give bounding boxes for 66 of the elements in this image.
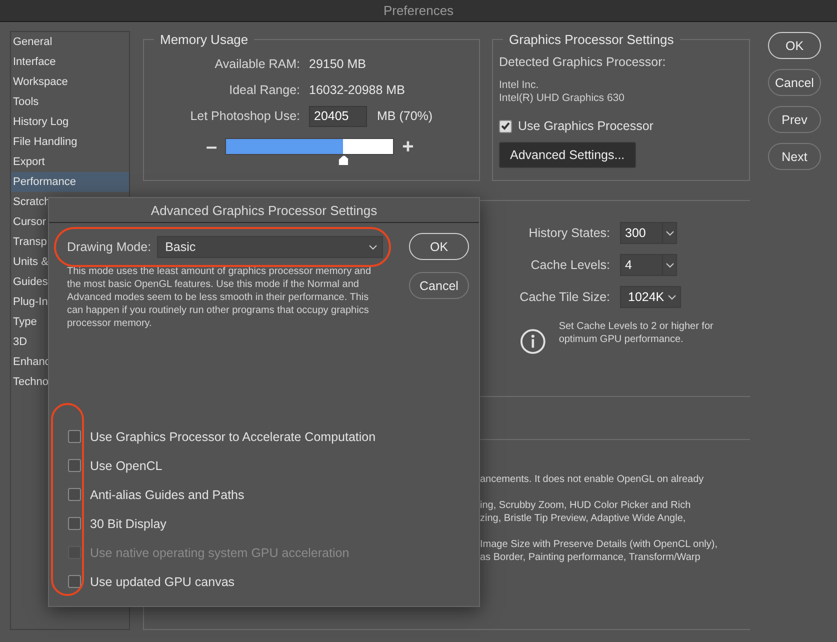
description-text: Image Size with Preserve Details (with OpenCL only), — [480, 538, 718, 551]
detected-label: Detected Graphics Processor: — [499, 55, 667, 69]
dialog-button[interactable]: OK — [768, 32, 821, 59]
checkbox[interactable] — [68, 430, 81, 443]
dialog-button[interactable]: Cancel — [768, 69, 821, 96]
dialog-button[interactable]: OK — [409, 233, 469, 260]
chevron-icon — [668, 294, 676, 300]
sidebar-item[interactable]: Workspace — [11, 72, 129, 92]
field-value: 16032-20988 MB — [309, 83, 405, 97]
chevron-icon — [666, 262, 674, 268]
sidebar-item[interactable]: Export — [11, 152, 129, 172]
unit-label: MB (70%) — [377, 109, 433, 123]
increase-button[interactable]: + — [402, 137, 414, 157]
memory-input[interactable]: 20405 — [309, 106, 367, 126]
field-label: History States: — [528, 226, 610, 240]
field-label: Drawing Mode: — [67, 240, 152, 254]
checkbox[interactable] — [499, 120, 512, 132]
combo-field[interactable]: 300 — [620, 222, 677, 244]
field-label: Cache Tile Size: — [518, 290, 610, 304]
sidebar-item[interactable]: Interface — [11, 52, 129, 72]
description-text: as Border, Painting performance, Transform/Warp — [480, 551, 702, 564]
drawing-mode-dropdown[interactable]: Basic — [157, 236, 383, 258]
mode-description: This mode uses the least amount of graphics processor memory and the most basic OpenGL features. Use this mode if the Normal and Advanced modes seem to be less smooth in their performance. This can happen if you routinely run other programs that occupy graphics processor memory. — [67, 265, 372, 330]
dropdown[interactable]: 1024K — [620, 286, 682, 308]
dialog-title: Advanced Graphics Processor Settings — [150, 202, 378, 218]
dialog-button[interactable]: Cancel — [409, 272, 469, 299]
gpu-vendor: Intel Inc. — [499, 79, 540, 92]
window-title: Preferences — [383, 3, 454, 18]
checkbox[interactable] — [68, 517, 81, 530]
checkbox-label: Use native operating system GPU acceleration — [90, 546, 350, 560]
dialog-button[interactable]: Next — [768, 143, 821, 170]
field-label: Cache Levels: — [530, 258, 610, 272]
checkbox-label: Use Graphics Processor to Accelerate Computation — [90, 430, 376, 444]
description-text: zing, Bristle Tip Preview, Adaptive Wide Angle, — [480, 512, 687, 526]
checkbox-label: 30 Bit Display — [90, 516, 166, 530]
sidebar-item[interactable]: File Handling — [11, 132, 129, 152]
checkbox-label: Use updated GPU canvas — [90, 574, 235, 588]
memory-slider[interactable] — [225, 138, 394, 167]
field-value: 29150 MB — [309, 57, 366, 71]
group-title: Memory Usage — [159, 32, 250, 47]
checkbox[interactable] — [68, 488, 81, 501]
group-title: Graphics Processor Settings — [508, 32, 675, 47]
field-label: Available RAM: — [214, 57, 300, 71]
slider-thumb[interactable] — [338, 155, 350, 166]
gpu-model: Intel(R) UHD Graphics 630 — [499, 92, 626, 105]
checkbox[interactable] — [68, 459, 81, 472]
checkbox[interactable] — [68, 575, 81, 588]
field-label: Ideal Range: — [228, 83, 300, 97]
combo-field[interactable]: 4 — [620, 254, 677, 276]
checkbox-label: Anti-alias Guides and Paths — [90, 488, 244, 502]
info-icon — [520, 328, 546, 355]
description-text: ancements. It does not enable OpenGL on already — [480, 473, 705, 486]
dialog-button[interactable]: Prev — [768, 106, 821, 133]
field-label: Let Photoshop Use: — [189, 109, 300, 123]
checkbox-label: Use Graphics Processor — [518, 119, 654, 133]
description-text: ing, Scrubby Zoom, HUD Color Picker and Rich — [480, 498, 692, 512]
chevron-icon — [369, 244, 377, 250]
decrease-button[interactable]: – — [206, 137, 218, 157]
advanced-settings-button[interactable]: Advanced Settings... — [499, 142, 636, 168]
sidebar-item[interactable]: Performance — [11, 172, 129, 192]
info-text: Set Cache Levels to 2 or higher for optimum GPU performance. — [558, 320, 714, 347]
sidebar-item[interactable]: History Log — [11, 112, 129, 132]
sidebar-item[interactable]: General — [11, 32, 129, 52]
sidebar-item[interactable]: Tools — [11, 92, 129, 112]
chevron-icon — [666, 230, 674, 236]
checkbox-label: Use OpenCL — [90, 458, 162, 472]
